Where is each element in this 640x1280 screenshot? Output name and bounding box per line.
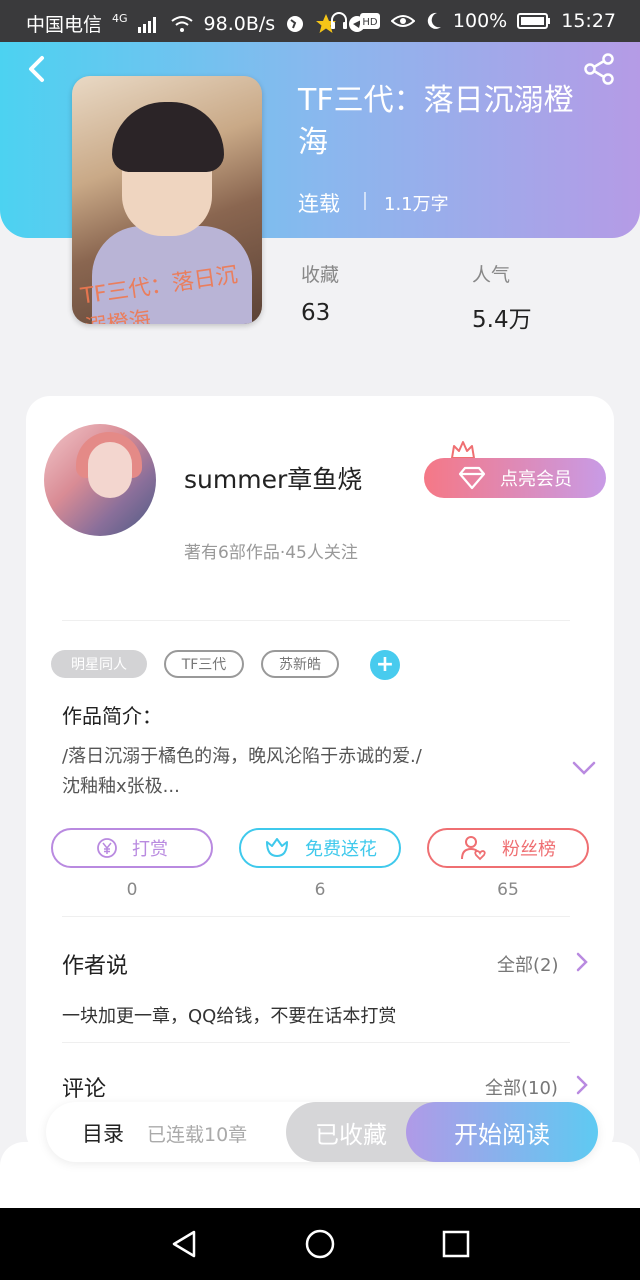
intro-text-line: /落日沉溺于橘色的海，晚风沦陷于赤诚的爱./ [62,746,422,767]
fan-count: 65 [497,880,519,900]
chevron-down-icon[interactable] [572,760,596,776]
hd-icon: HD [359,13,380,29]
nav-home-icon[interactable] [304,1228,336,1260]
chapter-count: 已连载10章 [147,1124,248,1146]
tip-button[interactable]: 打赏 [51,828,213,868]
intro-heading: 作品简介： [62,704,162,728]
flower-icon [266,838,288,857]
author-says-text: 一块加更一章，QQ给钱，不要在话本打赏 [62,1006,397,1027]
status-bar: 中国电信 4G 98.0B/s HD 100% 15:27 [0,0,640,42]
diamond-icon [458,466,486,490]
author-says-heading: 作者说 [62,954,129,979]
book-status: 连载 [298,192,340,216]
back-arrow-icon[interactable] [22,54,52,84]
comments-all-link[interactable]: 全部(10) [485,1074,558,1100]
intro-text[interactable]: /落日沉溺于橘色的海，晚风沦陷于赤诚的爱./ 沈釉釉x张极... [62,742,542,802]
book-cover[interactable]: TF三代：落日沉溺橙海 [72,76,262,324]
send-flower-label: 免费送花 [305,839,377,860]
chevron-right-icon[interactable] [576,952,588,972]
tip-button-label: 打赏 [132,839,168,860]
author-meta: 著有6部作品·45人关注 [184,543,358,563]
battery-icon [517,13,551,29]
comments-heading: 评论 [62,1077,107,1102]
moon-icon [427,12,441,29]
book-title: TF三代：落日沉溺橙海 [298,83,574,160]
divider [62,1042,570,1043]
globe-icon [287,15,304,32]
crown-icon [451,441,475,459]
vip-button[interactable]: 点亮会员 [424,458,606,498]
clock: 15:27 [561,10,616,32]
signal-icon [137,16,156,33]
author-avatar[interactable] [44,424,156,536]
author-says-all-link[interactable]: 全部(2) [497,951,559,977]
tag-item[interactable]: 苏新皓 [261,650,339,678]
popularity-label: 人气 [472,264,511,286]
network-label: 4G [112,12,128,25]
divider [364,192,366,210]
fan-ranking-button[interactable]: 粉丝榜 [427,828,589,868]
start-reading-button[interactable]: 开始阅读 [406,1102,598,1162]
battery-percent: 100% [452,10,508,32]
favorites-value: 63 [301,300,331,326]
send-flower-button[interactable]: 免费送花 [239,828,401,868]
carrier-label: 中国电信 [26,14,103,36]
nav-recents-icon[interactable] [440,1228,472,1260]
person-heart-icon [461,836,486,861]
tip-count: 0 [126,880,138,900]
author-name[interactable]: summer章鱼烧 [184,460,362,496]
favorites-label: 收藏 [301,264,340,286]
popularity-value: 5.4万 [472,307,532,333]
fan-ranking-label: 粉丝榜 [502,839,556,860]
network-speed: 98.0B/s [203,12,276,35]
headphone-icon [330,12,347,29]
divider [62,620,570,621]
toc-button[interactable]: 目录 [82,1118,124,1148]
tag-item[interactable]: 明星同人 [51,650,147,678]
chevron-right-icon[interactable] [576,1075,588,1095]
eye-icon [390,15,415,27]
add-tag-button[interactable]: + [370,650,400,680]
vip-button-label: 点亮会员 [500,469,572,490]
wifi-icon [170,15,193,32]
flower-count: 6 [314,880,326,900]
nav-back-icon[interactable] [168,1228,200,1260]
yen-coin-icon [97,838,117,858]
divider [62,916,570,917]
svg-text:HD: HD [362,17,378,28]
word-count: 1.1万字 [384,194,449,215]
intro-text-line: 沈釉釉x张极... [62,776,180,797]
tag-item[interactable]: TF三代 [164,650,244,678]
